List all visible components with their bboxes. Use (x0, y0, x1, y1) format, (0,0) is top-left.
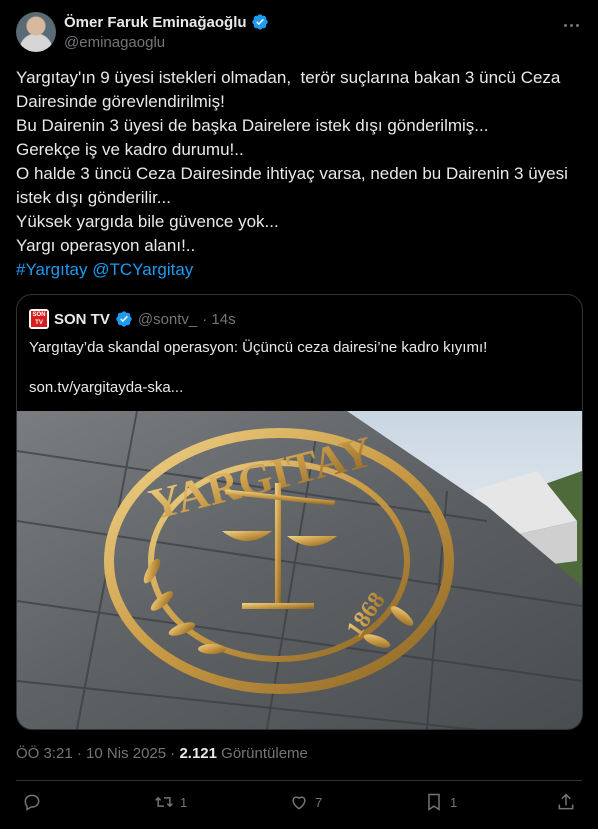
tweet-tags-line: #Yargıtay @TCYargitay (16, 258, 586, 282)
bookmark-button[interactable]: 1 (424, 792, 457, 812)
avatar[interactable] (16, 12, 56, 52)
tweet-date[interactable]: 10 Nis 2025 (86, 745, 166, 762)
meta-separator: · (170, 745, 176, 762)
verified-badge-icon (116, 311, 132, 327)
views-label: Görüntüleme (221, 745, 308, 762)
tweet-line: Yargıtay'ın 9 üyesi istekleri olmadan, t… (16, 68, 561, 87)
quote-time[interactable]: · 14s (202, 311, 235, 328)
quote-url[interactable]: son.tv/yargitayda-ska... (29, 378, 183, 398)
retweet-button[interactable]: 1 (154, 792, 187, 812)
more-options-icon[interactable] (560, 14, 582, 36)
quote-logo-text: SON TV (31, 311, 47, 327)
quote-display-name[interactable]: SON TV (54, 311, 110, 328)
tweet-line: Bu Dairenin 3 üyesi de başka Dairelere i… (16, 116, 489, 135)
bookmark-count: 1 (450, 794, 458, 810)
tweet-line: Gerekçe iş ve kadro durumu!.. (16, 140, 244, 159)
retweet-icon (155, 796, 173, 808)
tweet-text: Yargıtay'ın 9 üyesi istekleri olmadan, t… (16, 66, 586, 282)
quote-avatar[interactable]: SON TV (29, 309, 49, 329)
share-button[interactable] (556, 792, 576, 812)
tweet-header: Ömer Faruk Eminağaoğlu @eminagaoglu (16, 12, 582, 56)
verified-badge-icon (251, 14, 268, 30)
quoted-tweet-card[interactable]: SON TV SON TV @sontv_ · 14s Yargıtay’da … (16, 294, 583, 730)
quote-text: Yargıtay’da skandal operasyon: Üçüncü ce… (29, 339, 488, 356)
hashtag-link[interactable]: #Yargıtay (16, 260, 88, 279)
tweet-actions: 1 7 1 (16, 792, 582, 816)
reply-button[interactable] (22, 792, 42, 812)
like-button[interactable]: 7 (289, 792, 322, 812)
tweet-meta: ÖÖ 3:21 · 10 Nis 2025 · 2.121 Görüntülem… (16, 745, 308, 762)
heart-icon (292, 796, 306, 810)
quote-header: SON TV SON TV @sontv_ · 14s (29, 309, 236, 329)
meta-separator: · (76, 745, 82, 762)
share-icon (558, 793, 574, 810)
reply-icon (24, 794, 40, 811)
tweet-time[interactable]: ÖÖ 3:21 (16, 745, 73, 762)
tweet-line: istek dışı gönderilir... (16, 188, 171, 207)
retweet-count: 1 (180, 794, 188, 810)
bookmark-icon (428, 793, 440, 811)
author-display-name[interactable]: Ömer Faruk Eminağaoğlu (64, 14, 247, 31)
like-count: 7 (315, 794, 323, 810)
tweet-line: Yüksek yargıda bile güvence yok... (16, 212, 279, 231)
tweet-line: O halde 3 üncü Ceza Dairesinde ihtiyaç v… (16, 164, 568, 183)
divider (16, 780, 582, 781)
author-name-row: Ömer Faruk Eminağaoğlu (64, 13, 269, 31)
author-handle[interactable]: @eminagaoglu (64, 34, 165, 51)
tweet-line: Dairesinde görevlendirilmiş! (16, 92, 225, 111)
quote-handle[interactable]: @sontv_ (138, 311, 197, 328)
mention-link[interactable]: @TCYargitay (92, 260, 193, 279)
views-count: 2.121 (179, 745, 217, 762)
quote-image-yargitay-seal[interactable]: YARGITAY 1868 (17, 411, 582, 729)
tweet-line: Yargı operasyon alanı!.. (16, 236, 196, 255)
